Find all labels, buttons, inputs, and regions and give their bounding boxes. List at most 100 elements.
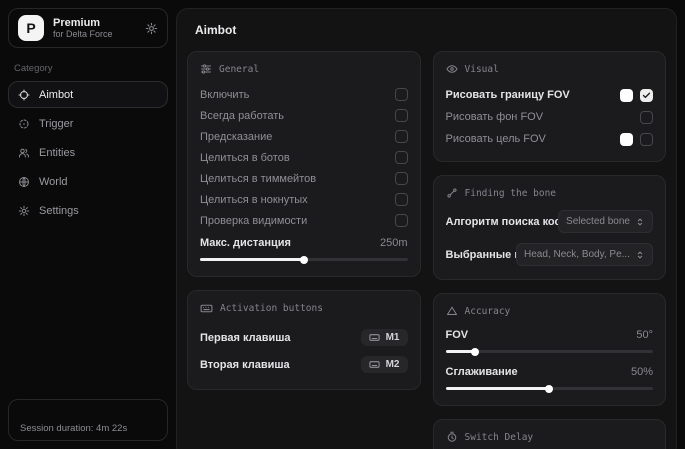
toggle-label: Рисовать фон FOV [446, 111, 544, 123]
sidebar-item-label: Aimbot [39, 89, 73, 101]
keybind-label: Вторая клавиша [200, 359, 290, 371]
toggle-row-draw-fov-border: Рисовать границу FOV [446, 84, 654, 106]
category-label: Category [14, 63, 162, 74]
brand-text: Premium for Delta Force [53, 17, 136, 40]
slider-thumb[interactable] [545, 385, 553, 393]
select-value: Selected bone [566, 216, 630, 227]
toggle-label: Рисовать цель FOV [446, 133, 546, 145]
slider-value: 250m [380, 237, 408, 249]
slider-thumb[interactable] [300, 256, 308, 264]
panel-activation-buttons: Activation buttons Первая клавиша M1 Вто… [187, 290, 421, 390]
sidebar-item-label: World [39, 176, 68, 188]
toggle-row-enable: Включить [200, 84, 408, 105]
sidebar-item-world[interactable]: World [8, 168, 168, 195]
selected-bones-select[interactable]: Head, Neck, Body, Pe... [516, 243, 653, 266]
target-bots-checkbox[interactable] [395, 151, 408, 164]
toggle-label: Проверка видимости [200, 215, 307, 227]
select-value: Head, Neck, Body, Pe... [524, 249, 630, 260]
slider-value: 50% [631, 366, 653, 378]
always-work-checkbox[interactable] [395, 109, 408, 122]
toggle-row-draw-fov-background: Рисовать фон FOV [446, 106, 654, 128]
brand-subtitle: for Delta Force [53, 29, 136, 39]
select-label: Алгоритм поиска костей [446, 216, 559, 228]
target-teammates-checkbox[interactable] [395, 172, 408, 185]
panel-switch-delay: Switch Delay Задержка переключения Задер… [433, 419, 667, 449]
prediction-checkbox[interactable] [395, 130, 408, 143]
primary-keybind-button[interactable]: M1 [361, 329, 408, 346]
draw-fov-background-checkbox[interactable] [640, 111, 653, 124]
keyboard-icon [200, 302, 213, 315]
eye-icon [446, 63, 458, 75]
sidebar-item-label: Entities [39, 147, 75, 159]
max-distance-group: Макс. дистанция 250m [200, 234, 408, 261]
brand-card: P Premium for Delta Force [8, 8, 168, 48]
secondary-keybind-button[interactable]: M2 [361, 356, 408, 373]
sidebar-item-aimbot[interactable]: Aimbot [8, 81, 168, 108]
panel-general: General Включить Всегда работать Предска… [187, 51, 421, 277]
slider-label: Макс. дистанция [200, 237, 291, 249]
sidebar-item-label: Trigger [39, 118, 73, 130]
triangle-icon [446, 305, 458, 317]
session-card: Session duration: 4m 22s [8, 399, 168, 441]
smoothing-slider[interactable] [446, 387, 654, 390]
gear-icon[interactable] [145, 22, 158, 35]
panel-activation-header: Activation buttons [200, 302, 408, 315]
settings-gear-icon [18, 205, 30, 217]
main-panel: Aimbot General Включить Всегда работать [176, 8, 677, 449]
panel-visual-header: Visual [446, 63, 654, 75]
entities-icon [18, 147, 30, 159]
draw-fov-target-checkbox[interactable] [640, 133, 653, 146]
keybind-value: M1 [386, 332, 400, 343]
panel-accuracy-header: Accuracy [446, 305, 654, 317]
target-knocked-checkbox[interactable] [395, 193, 408, 206]
brand-logo: P [18, 15, 44, 41]
panel-title: Activation buttons [220, 303, 323, 314]
select-row-selected-bones: Выбранные кости Head, Neck, Body, Pe... [446, 241, 654, 268]
slider-value: 50° [636, 329, 653, 341]
toggle-row-target-bots: Целиться в ботов [200, 147, 408, 168]
timer-icon [446, 431, 458, 443]
slider-thumb[interactable] [471, 348, 479, 356]
toggle-label: Рисовать границу FOV [446, 89, 570, 101]
keybind-row-primary: Первая клавиша M1 [200, 324, 408, 351]
sidebar: P Premium for Delta Force Category Aimbo… [0, 0, 176, 449]
sidebar-item-settings[interactable]: Settings [8, 197, 168, 224]
keyboard-icon [369, 332, 380, 343]
panel-title: Accuracy [465, 306, 511, 317]
crosshair-icon [18, 89, 30, 101]
fov-slider[interactable] [446, 350, 654, 353]
select-row-bone-algorithm: Алгоритм поиска костей Selected bone [446, 208, 654, 235]
fov-border-color-swatch[interactable] [620, 89, 633, 102]
panel-title: Visual [465, 64, 499, 75]
panel-accuracy: Accuracy FOV 50° Сглаживание 50% [433, 293, 667, 406]
max-distance-slider[interactable] [200, 258, 408, 261]
toggle-label: Включить [200, 89, 249, 101]
sidebar-item-trigger[interactable]: Trigger [8, 110, 168, 137]
keyboard-icon [369, 359, 380, 370]
toggle-row-always-work: Всегда работать [200, 105, 408, 126]
smoothing-group: Сглаживание 50% [446, 363, 654, 390]
toggle-label: Целиться в тиммейтов [200, 173, 316, 185]
keybind-row-secondary: Вторая клавиша M2 [200, 351, 408, 378]
panel-switch-delay-header: Switch Delay [446, 431, 654, 443]
panel-visual: Visual Рисовать границу FOV Рисовать фон… [433, 51, 667, 162]
page-title: Aimbot [195, 23, 658, 37]
toggle-row-visibility-check: Проверка видимости [200, 210, 408, 231]
sliders-icon [200, 63, 212, 75]
sidebar-item-entities[interactable]: Entities [8, 139, 168, 166]
panel-general-header: General [200, 63, 408, 75]
draw-fov-border-checkbox[interactable] [640, 89, 653, 102]
category-nav: Aimbot Trigger Entities World Settings [8, 81, 168, 224]
keybind-value: M2 [386, 359, 400, 370]
toggle-label: Всегда работать [200, 110, 284, 122]
toggle-row-target-teammates: Целиться в тиммейтов [200, 168, 408, 189]
chevrons-up-down-icon [635, 250, 645, 260]
enable-checkbox[interactable] [395, 88, 408, 101]
toggle-row-prediction: Предсказание [200, 126, 408, 147]
toggle-row-draw-fov-target: Рисовать цель FOV [446, 128, 654, 150]
visibility-check-checkbox[interactable] [395, 214, 408, 227]
bone-algorithm-select[interactable]: Selected bone [558, 210, 653, 233]
toggle-label: Целиться в ботов [200, 152, 290, 164]
fov-target-color-swatch[interactable] [620, 133, 633, 146]
panel-title: Finding the bone [465, 188, 557, 199]
